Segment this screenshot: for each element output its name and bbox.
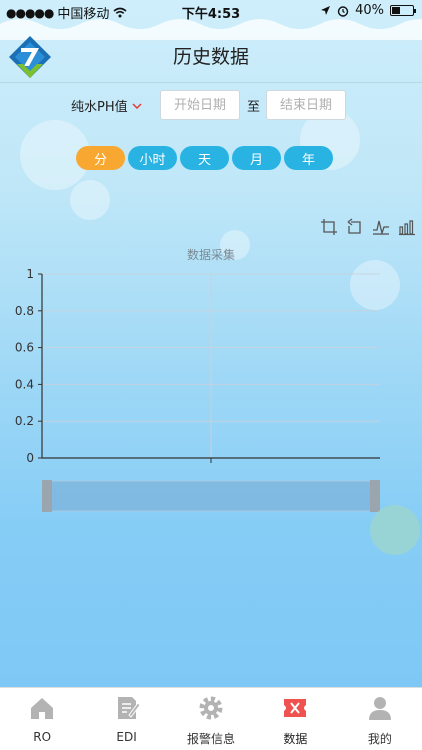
end-date-input[interactable]	[266, 90, 346, 120]
tab-1[interactable]: EDI	[84, 688, 168, 750]
slider-handle-left[interactable]	[42, 480, 52, 512]
y-tick-label: 1	[26, 267, 34, 281]
data-zoom-slider[interactable]	[42, 480, 380, 512]
parameter-label: 纯水PH值	[71, 100, 128, 115]
edit-icon	[117, 697, 141, 719]
start-date-input[interactable]	[160, 90, 240, 120]
bar-chart-icon[interactable]	[398, 218, 416, 236]
page-title: 历史数据	[172, 46, 249, 68]
tab-2[interactable]: 报警信息	[169, 688, 253, 750]
period-pill[interactable]: 月	[232, 146, 281, 170]
period-pill[interactable]: 小时	[128, 146, 177, 170]
history-chart: 0 0.2 0.4 0.6 0.8 1	[15, 267, 380, 465]
person-icon	[368, 697, 391, 720]
tab-4[interactable]: 我的	[338, 688, 422, 750]
y-tick-label: 0.6	[15, 341, 34, 355]
filter-row: 纯水PH值 至	[0, 90, 422, 120]
parameter-select[interactable]: 纯水PH值	[71, 96, 142, 115]
period-pill[interactable]: 年	[284, 146, 333, 170]
chart-title: 数据采集	[186, 248, 235, 262]
chevron-down-icon	[132, 102, 142, 109]
tab-label: 报警信息	[187, 732, 236, 746]
line-chart-icon[interactable]	[372, 218, 390, 236]
tab-bar: RO EDI 报警信息 数据 我的	[0, 687, 422, 750]
y-tick-label: 0.2	[15, 414, 34, 428]
undo-icon[interactable]	[346, 218, 364, 236]
period-selector: 分小时天月年	[76, 146, 333, 170]
y-tick-label: 0	[26, 451, 34, 465]
tab-0[interactable]: RO	[0, 688, 84, 750]
ticket-icon	[284, 699, 307, 717]
y-tick-label: 0.8	[15, 304, 34, 318]
tab-label: EDI	[116, 730, 137, 744]
floating-button[interactable]	[370, 505, 420, 555]
bokeh	[70, 180, 110, 220]
to-label: 至	[247, 100, 261, 115]
chart-toolbox	[320, 218, 416, 236]
gear-icon	[199, 696, 223, 720]
header-divider	[0, 82, 422, 83]
slider-handle-right[interactable]	[370, 480, 380, 512]
tab-3[interactable]: 数据	[253, 688, 337, 750]
tab-label: 我的	[367, 732, 392, 746]
y-tick-label: 0.4	[15, 377, 34, 391]
home-icon	[31, 698, 54, 719]
header: 历史数据	[0, 28, 422, 82]
tab-label: RO	[33, 730, 52, 744]
tab-label: 数据	[283, 732, 308, 746]
period-pill[interactable]: 分	[76, 146, 125, 170]
period-pill[interactable]: 天	[180, 146, 229, 170]
crop-icon[interactable]	[320, 218, 338, 236]
